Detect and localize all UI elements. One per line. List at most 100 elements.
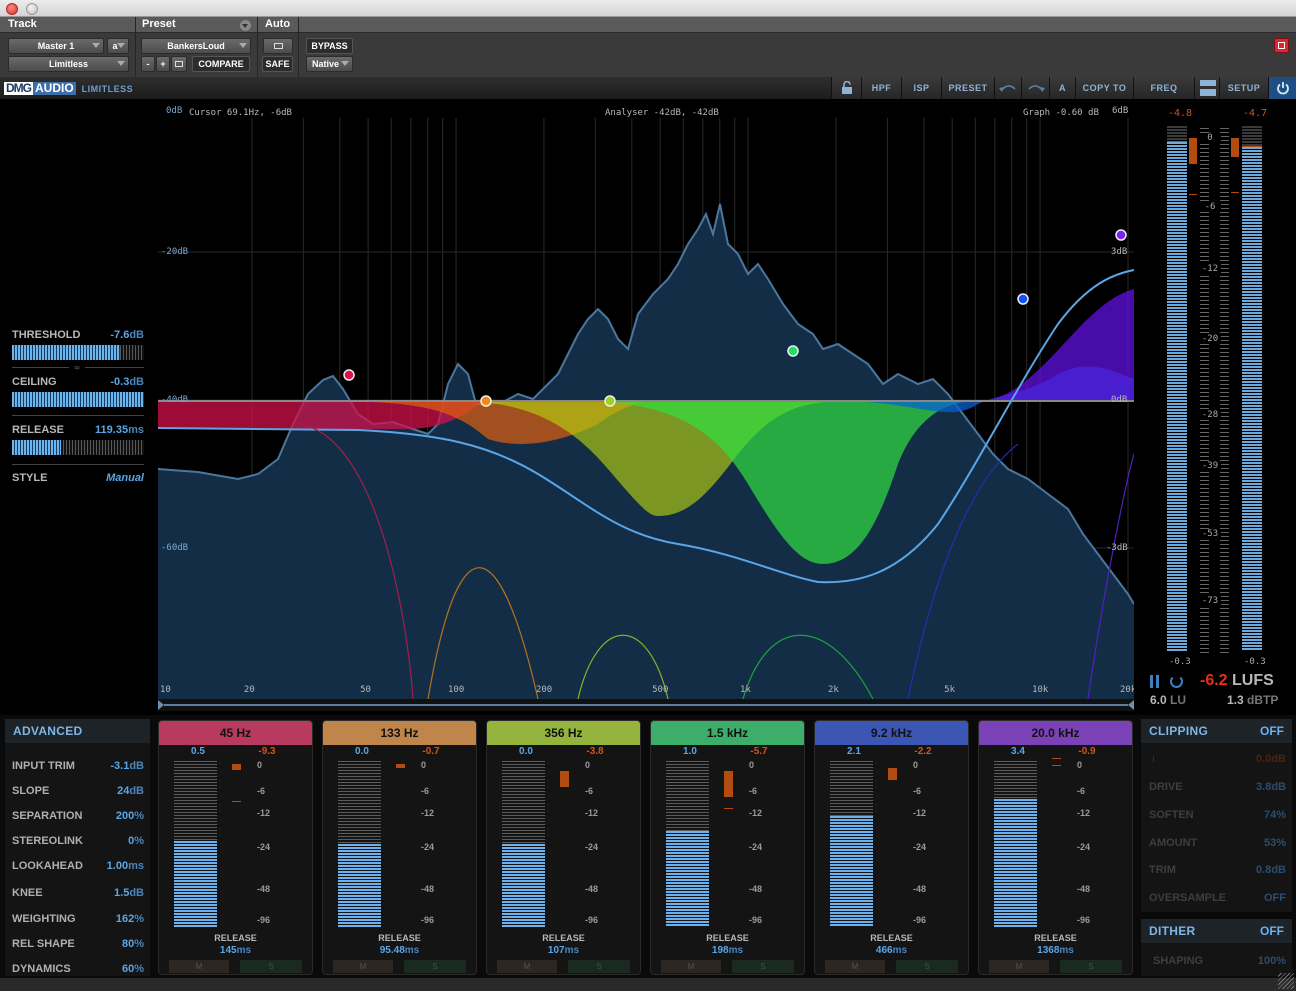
- band-frequency-header[interactable]: 9.2 kHz: [815, 721, 968, 745]
- advanced-row-dynamics[interactable]: DYNAMICS 60%: [12, 963, 144, 977]
- preset-button[interactable]: PRESET: [941, 77, 994, 99]
- band-handle-4[interactable]: [787, 345, 799, 357]
- band-solo-button[interactable]: S: [732, 960, 794, 973]
- clipping-row-amount[interactable]: AMOUNT 53%: [1149, 837, 1286, 851]
- advanced-row-stereolink[interactable]: STEREOLINK 0%: [12, 835, 144, 849]
- setup-button[interactable]: SETUP: [1219, 77, 1268, 99]
- band-handle-5[interactable]: [1017, 293, 1029, 305]
- redo-button[interactable]: [1021, 77, 1049, 99]
- preset-copy-button[interactable]: [171, 56, 187, 72]
- band-handle-2[interactable]: [480, 395, 492, 407]
- band-frequency-header[interactable]: 133 Hz: [323, 721, 476, 745]
- band-gain-value[interactable]: 0.0: [501, 746, 551, 757]
- reset-icon[interactable]: [1170, 675, 1183, 688]
- release-control[interactable]: RELEASE 119.35ms: [12, 424, 144, 456]
- window-minimize-button[interactable]: [26, 3, 38, 15]
- band-release-value[interactable]: 198ms: [651, 945, 804, 956]
- band-mute-button[interactable]: M: [333, 960, 393, 973]
- band-release-value[interactable]: 107ms: [487, 945, 640, 956]
- spectrum-graph[interactable]: 0dB Cursor 69.1Hz, -6dB Analyser -42dB, …: [158, 104, 1134, 699]
- freq-button[interactable]: FREQ: [1133, 77, 1194, 99]
- band-solo-button[interactable]: S: [896, 960, 958, 973]
- threshold-control[interactable]: THRESHOLD -7.6dB: [12, 329, 144, 361]
- band-mute-button[interactable]: M: [497, 960, 557, 973]
- band-gain-value[interactable]: 1.0: [665, 746, 715, 757]
- clipping-row-oversample[interactable]: OVERSAMPLE OFF: [1149, 892, 1286, 906]
- ab-toggle-button[interactable]: A: [1049, 77, 1075, 99]
- band-frequency-header[interactable]: 20.0 kHz: [979, 721, 1132, 745]
- band-frequency-header[interactable]: 356 Hz: [487, 721, 640, 745]
- band-handle-6[interactable]: [1115, 229, 1127, 241]
- power-button[interactable]: [1268, 77, 1296, 99]
- undo-button[interactable]: [994, 77, 1021, 99]
- band-solo-button[interactable]: S: [1060, 960, 1122, 973]
- clipping-toggle[interactable]: OFF: [1260, 724, 1284, 738]
- ceiling-control[interactable]: CEILING -0.3dB: [12, 376, 144, 408]
- band-solo-button[interactable]: S: [240, 960, 302, 973]
- preset-next-button[interactable]: +: [156, 56, 170, 72]
- band-handle-1[interactable]: [343, 369, 355, 381]
- band-solo-button[interactable]: S: [568, 960, 630, 973]
- compare-button[interactable]: COMPARE: [192, 56, 250, 72]
- pause-icon[interactable]: [1150, 675, 1160, 688]
- band-solo-button[interactable]: S: [404, 960, 466, 973]
- advanced-row-slope[interactable]: SLOPE 24dB: [12, 785, 144, 799]
- advanced-row-input-trim[interactable]: INPUT TRIM -3.1dB: [12, 760, 144, 774]
- advanced-row-label: LOOKAHEAD: [12, 860, 83, 872]
- band-gain-value[interactable]: 3.4: [993, 746, 1043, 757]
- style-control[interactable]: STYLE Manual: [12, 472, 144, 488]
- scroll-right-handle[interactable]: [1128, 700, 1134, 710]
- dither-header[interactable]: DITHER OFF: [1141, 919, 1292, 943]
- clipping-row-drive[interactable]: DRIVE 3.8dB: [1149, 781, 1286, 795]
- track-select[interactable]: Master 1: [8, 38, 104, 54]
- band-release-value[interactable]: 1368ms: [979, 945, 1132, 956]
- bypass-button[interactable]: BYPASS: [306, 38, 353, 54]
- dither-toggle[interactable]: OFF: [1260, 924, 1284, 938]
- scroll-left-handle[interactable]: [158, 700, 164, 710]
- copy-to-button[interactable]: COPY TO: [1075, 77, 1133, 99]
- band-gain-value[interactable]: 2.1: [829, 746, 879, 757]
- clipping-header[interactable]: CLIPPING OFF: [1141, 719, 1292, 743]
- native-select[interactable]: Native: [306, 56, 353, 72]
- band-release-value[interactable]: 145ms: [159, 945, 312, 956]
- frequency-range-scrollbar[interactable]: [158, 699, 1134, 711]
- preset-prev-button[interactable]: -: [141, 56, 155, 72]
- band-gain-value[interactable]: 0.5: [173, 746, 223, 757]
- band-mute-button[interactable]: M: [825, 960, 885, 973]
- band-frequency-header[interactable]: 45 Hz: [159, 721, 312, 745]
- dither-shaping-row[interactable]: SHAPING 100%: [1153, 955, 1286, 969]
- band-mute-button[interactable]: M: [989, 960, 1049, 973]
- isp-button[interactable]: ISP: [901, 77, 941, 99]
- preset-select[interactable]: BankersLoud: [141, 38, 251, 54]
- band-release-value[interactable]: 95.48ms: [323, 945, 476, 956]
- preset-menu-icon[interactable]: [240, 20, 251, 31]
- style-value[interactable]: Manual: [106, 472, 144, 484]
- band-frequency-header[interactable]: 1.5 kHz: [651, 721, 804, 745]
- band-mute-button[interactable]: M: [661, 960, 721, 973]
- plugin-select[interactable]: Limitless: [8, 56, 129, 72]
- link-icon[interactable]: ∞: [69, 364, 85, 372]
- resize-grip[interactable]: [1278, 973, 1294, 989]
- advanced-row-weighting[interactable]: WEIGHTING 162%: [12, 913, 144, 927]
- band-release-value[interactable]: 466ms: [815, 945, 968, 956]
- hpf-button[interactable]: HPF: [861, 77, 901, 99]
- lock-button[interactable]: [831, 77, 861, 99]
- advanced-row-rel-shape[interactable]: REL SHAPE 80%: [12, 938, 144, 952]
- safe-button[interactable]: SAFE: [262, 56, 293, 72]
- clipping-row-trim[interactable]: TRIM 0.8dB: [1149, 864, 1286, 878]
- layout-toggle-button[interactable]: [1194, 77, 1219, 99]
- ceiling-slider[interactable]: [12, 392, 144, 407]
- advanced-row-knee[interactable]: KNEE 1.5dB: [12, 887, 144, 901]
- advanced-row-lookahead[interactable]: LOOKAHEAD 1.00ms: [12, 860, 144, 874]
- band-gain-value[interactable]: 0.0: [337, 746, 387, 757]
- release-slider[interactable]: [12, 440, 144, 455]
- advanced-row-separation[interactable]: SEPARATION 200%: [12, 810, 144, 824]
- automation-button[interactable]: [263, 38, 293, 54]
- band-mute-button[interactable]: M: [169, 960, 229, 973]
- band-handle-3[interactable]: [604, 395, 616, 407]
- window-close-button[interactable]: [6, 3, 18, 15]
- track-channel-select[interactable]: a: [107, 38, 129, 54]
- clipping-row-soften[interactable]: SOFTEN 74%: [1149, 809, 1286, 823]
- threshold-slider[interactable]: [12, 345, 144, 360]
- record-arm-button[interactable]: [1274, 38, 1289, 53]
